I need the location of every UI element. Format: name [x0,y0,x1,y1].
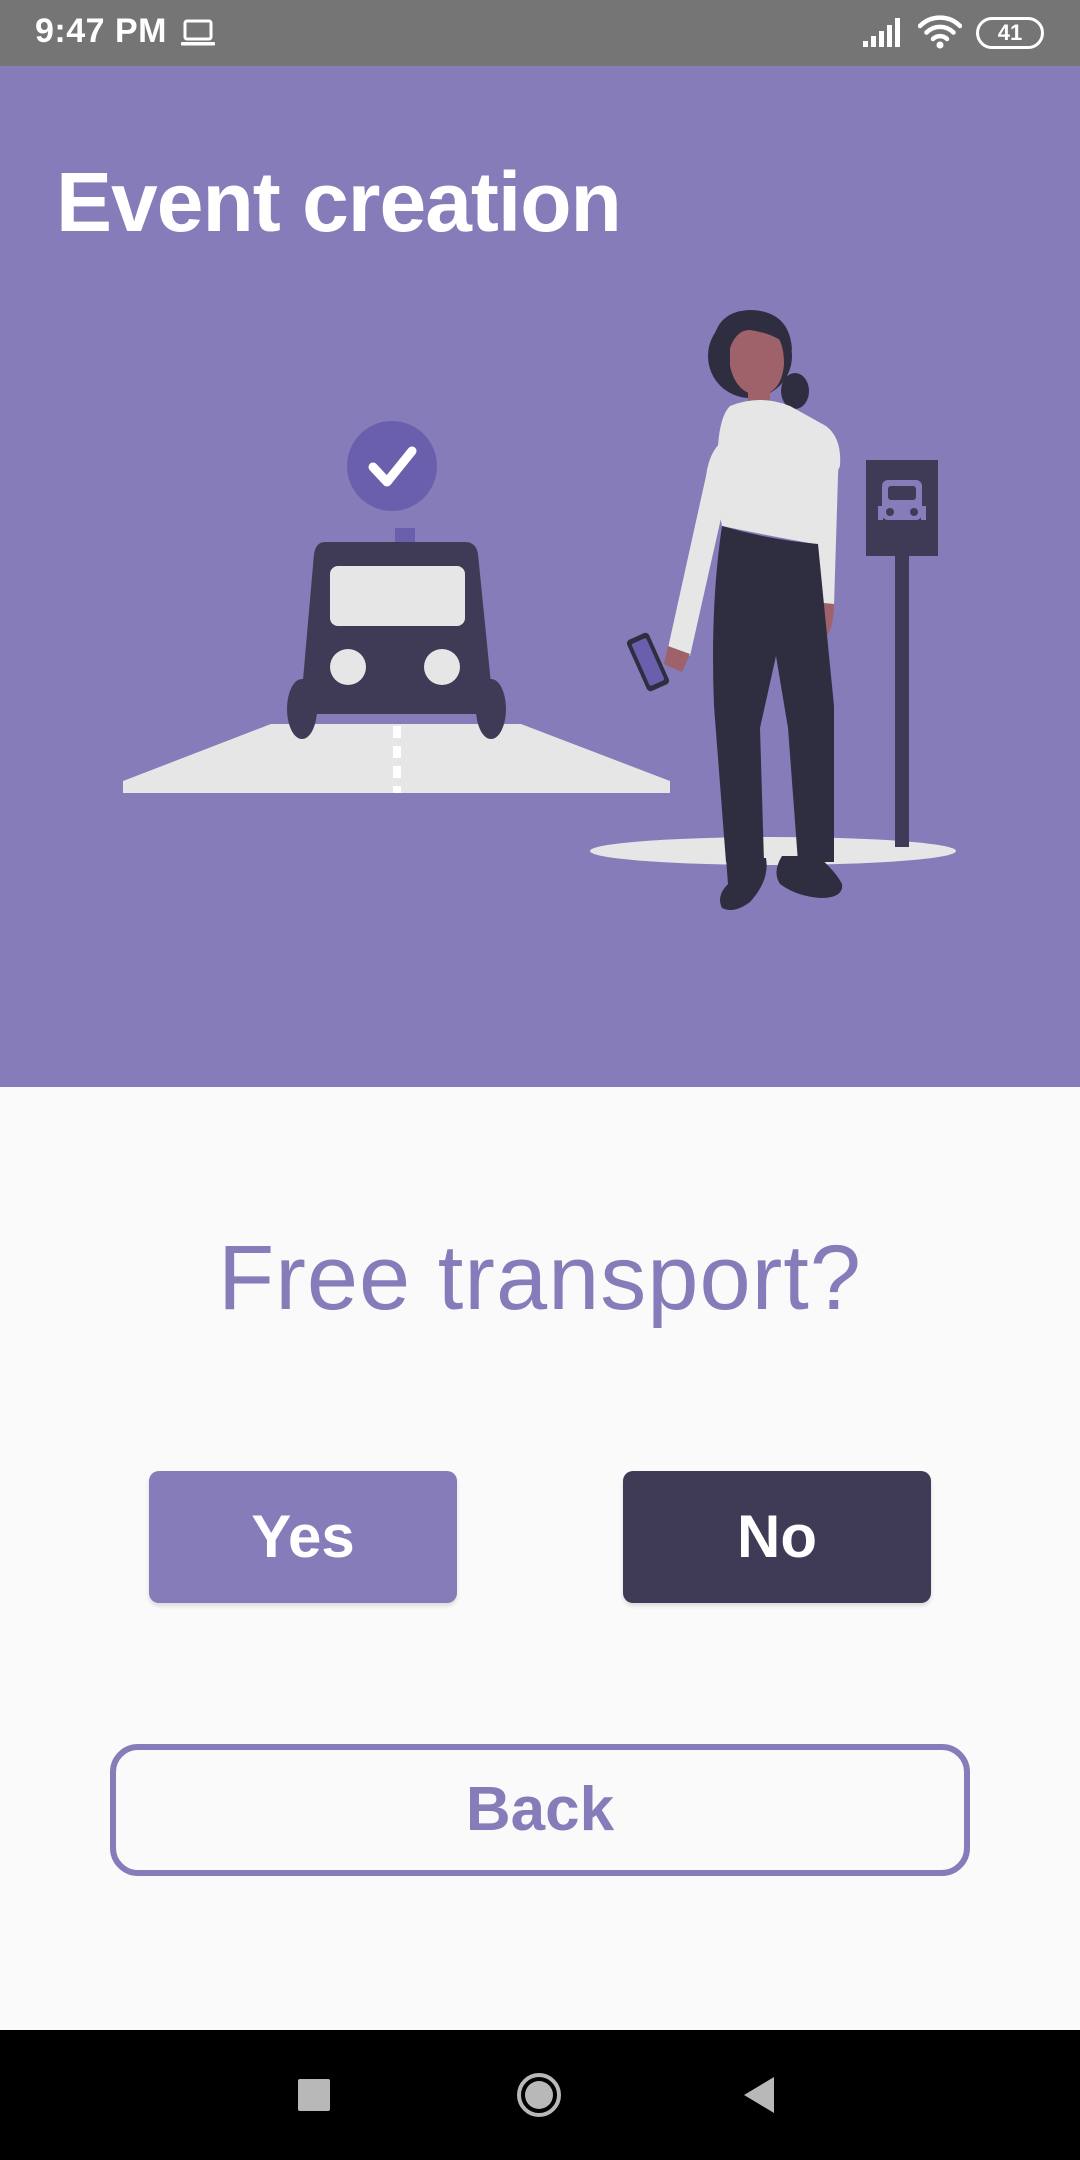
question-text: Free transport? [218,1227,862,1329]
no-button[interactable]: No [623,1471,931,1603]
hero-panel: Event creation [0,66,1080,1087]
person-illustration [626,310,843,910]
page-title: Event creation [56,155,622,249]
car-icon [287,528,506,739]
laptop-icon [181,19,215,46]
check-icon [347,421,437,511]
back-icon[interactable] [742,2075,776,2115]
navigation-bar [0,2030,1080,2160]
status-time: 9:47 PM [35,12,167,50]
wifi-icon [918,15,962,49]
yes-button[interactable]: Yes [149,1471,457,1603]
back-button[interactable]: Back [110,1744,970,1876]
home-icon[interactable] [515,2071,563,2119]
bus-stop-sign-icon [866,460,938,847]
status-bar: 9:47 PM 41 [0,0,1080,66]
battery-icon: 41 [976,17,1044,49]
signal-icon [863,18,900,47]
phone-icon [626,632,670,692]
battery-level: 41 [997,20,1023,45]
recents-icon[interactable] [298,2079,330,2111]
